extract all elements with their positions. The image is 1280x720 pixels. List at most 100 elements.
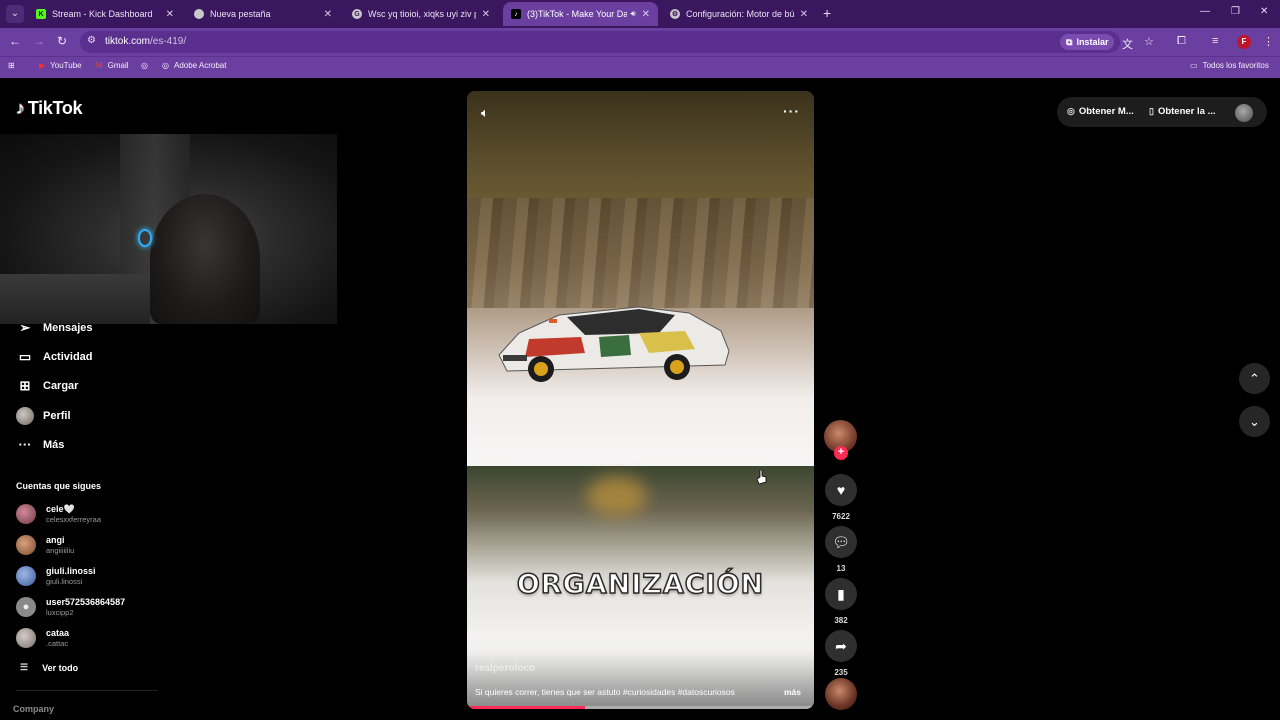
profile-avatar[interactable]: F — [1237, 35, 1251, 49]
follow-plus-icon[interactable]: + — [834, 446, 848, 460]
tiktok-page: ♪ TikTok ➢ Mensajes ▭ Actividad ⊞ Cargar… — [0, 78, 1280, 720]
all-bookmarks-folder[interactable]: ▭ Todos los favoritos — [1190, 61, 1269, 70]
see-all-following[interactable]: ☰ Ver todo — [20, 662, 78, 673]
site-info-icon[interactable]: ⚙ — [87, 35, 96, 46]
see-all-label: Ver todo — [42, 662, 79, 673]
tab-search-chevron-icon[interactable]: ⌄ — [6, 5, 24, 23]
following-item[interactable]: cele🤍 celesxxferreyraa — [16, 504, 101, 524]
bookmark-adobe-acrobat[interactable]: ◎ Adobe Acrobat — [162, 61, 226, 70]
gmail-icon: M — [96, 61, 103, 70]
following-handle: .cattac — [46, 639, 69, 648]
webcam-furniture — [0, 274, 150, 324]
speaker-icon[interactable]: 🔈︎ — [481, 105, 489, 121]
tab-search-settings[interactable]: ⚙ Configuración: Motor de búsqueda ✕ — [662, 2, 816, 26]
next-video-chevron-down-icon[interactable]: ⌄ — [1239, 406, 1270, 437]
nav-messages[interactable]: ➢ Mensajes — [16, 320, 93, 336]
previous-video-chevron-up-icon[interactable]: ⌃ — [1239, 363, 1270, 394]
company-link[interactable]: Company — [13, 704, 54, 714]
folder-icon: ▭ — [1190, 61, 1198, 70]
bookmark-gmail[interactable]: M Gmail — [96, 61, 129, 70]
video-author[interactable]: realperoloco — [475, 663, 535, 674]
upload-icon: ⊞ — [19, 378, 31, 393]
get-coins-button[interactable]: ◎ Obtener M... — [1067, 106, 1134, 117]
like-button[interactable]: ♥ 7622 — [825, 474, 857, 521]
coin-icon: ◎ — [1067, 106, 1075, 116]
webcam-overlay — [0, 134, 337, 324]
video-frame-main — [467, 198, 814, 466]
close-tab-icon[interactable]: ✕ — [642, 9, 650, 20]
user-avatar[interactable] — [1235, 104, 1253, 122]
following-item[interactable]: angi angiiiiiliu — [16, 535, 74, 555]
extensions-icon[interactable]: ⧠ — [1177, 35, 1186, 48]
save-count: 382 — [834, 616, 848, 625]
video-player[interactable]: ORGANIZACIÓN realperoloco Si quieres cor… — [467, 91, 814, 709]
get-app-button[interactable]: ▯ Obtener la ... — [1149, 106, 1216, 117]
video-background-trees — [467, 198, 814, 308]
following-item[interactable]: cataa .cattac — [16, 628, 69, 648]
apps-grid-icon[interactable]: ⊞ — [8, 61, 15, 70]
close-tab-icon[interactable]: ✕ — [800, 9, 808, 20]
phone-icon: ▯ — [1149, 106, 1154, 116]
more-options-icon[interactable]: ··· — [783, 103, 800, 119]
nav-profile[interactable]: Perfil — [16, 407, 71, 425]
video-more-link[interactable]: más — [784, 687, 801, 697]
tiktok-icon: ♪ — [511, 9, 521, 19]
heart-icon: ♥ — [825, 474, 857, 506]
close-window-icon[interactable]: ✕ — [1260, 6, 1268, 17]
bookmark-youtube[interactable]: ▶ YouTube — [39, 61, 82, 70]
speaker-icon[interactable]: 🔊︎ — [631, 9, 636, 19]
bookmark-label: Gmail — [107, 61, 129, 70]
nav-label: Actividad — [43, 351, 93, 363]
video-description[interactable]: Si quieres correr, tienes que ser astuto… — [475, 687, 780, 697]
nav-label: Perfil — [43, 410, 71, 422]
tab-tiktok[interactable]: ♪ (3)TikTok - Make Your Day 🔊︎ ✕ — [503, 2, 658, 26]
close-tab-icon[interactable]: ✕ — [324, 9, 332, 20]
reload-icon[interactable]: ↻ — [57, 34, 67, 48]
chrome-icon — [194, 9, 204, 19]
following-handle: angiiiiiliu — [46, 546, 75, 555]
tab-new-tab[interactable]: Nueva pestaña ✕ — [186, 2, 340, 26]
new-tab-plus-icon[interactable]: + — [823, 5, 831, 21]
save-button[interactable]: ▮ 382 — [825, 578, 857, 625]
nav-activity[interactable]: ▭ Actividad — [16, 349, 93, 365]
following-name: user572536864587 — [46, 597, 126, 607]
following-item[interactable]: giuli.linossi giuli.linossi — [16, 566, 96, 586]
bookmark-extra[interactable]: ◎ — [141, 61, 153, 70]
comment-icon: 💬︎ — [825, 526, 857, 558]
close-tab-icon[interactable]: ✕ — [166, 9, 174, 20]
tiktok-logo[interactable]: ♪ TikTok — [16, 98, 83, 119]
share-icon: ➦ — [825, 630, 857, 662]
default-user-icon: ● — [16, 597, 36, 617]
following-item[interactable]: ● user572536864587 luxcipp2 — [16, 597, 125, 617]
media-control-icon[interactable]: ≡ — [1212, 35, 1218, 47]
close-tab-icon[interactable]: ✕ — [482, 9, 490, 20]
comment-button[interactable]: 💬︎ 13 — [825, 526, 857, 573]
video-progress-bar[interactable] — [467, 706, 814, 709]
logo-text: TikTok — [27, 98, 83, 118]
back-arrow-icon[interactable]: ← — [9, 34, 21, 48]
minimize-icon[interactable]: — — [1200, 6, 1210, 17]
install-app-button[interactable]: ⧉ Instalar — [1060, 34, 1115, 50]
share-button[interactable]: ➦ 235 — [825, 630, 857, 677]
bookmark-star-icon[interactable]: ☆ — [1144, 35, 1154, 48]
tab-kick-dashboard[interactable]: K Stream - Kick Dashboard ✕ — [28, 2, 182, 26]
tab-title: (3)TikTok - Make Your Day — [527, 9, 627, 19]
following-handle: luxcipp2 — [46, 608, 74, 617]
following-name: cele🤍 — [46, 504, 75, 514]
nav-upload[interactable]: ⊞ Cargar — [16, 378, 79, 394]
avatar — [16, 504, 36, 524]
rally-car-image — [498, 306, 730, 382]
tab-google-search[interactable]: G Wsc yq tioioi, xiqks uyi ziv pew ✕ — [344, 2, 498, 26]
browser-menu-icon[interactable]: ⋮ — [1263, 35, 1274, 48]
nav-more[interactable]: ··· Más — [16, 437, 65, 452]
forward-arrow-icon[interactable]: → — [33, 34, 45, 48]
following-section-title: Cuentas que sigues — [16, 481, 102, 491]
translate-icon[interactable]: 文 — [1122, 36, 1133, 52]
video-frame-top — [467, 91, 814, 198]
restore-icon[interactable]: ❐ — [1231, 6, 1240, 17]
following-handle: giuli.linossi — [46, 577, 83, 586]
music-disc-avatar[interactable] — [825, 678, 857, 710]
address-bar[interactable]: ⚙ tiktok.com/es-419/ ⧉ Instalar 文 ☆ — [80, 31, 1154, 53]
like-count: 7622 — [832, 512, 850, 521]
avatar — [16, 535, 36, 555]
